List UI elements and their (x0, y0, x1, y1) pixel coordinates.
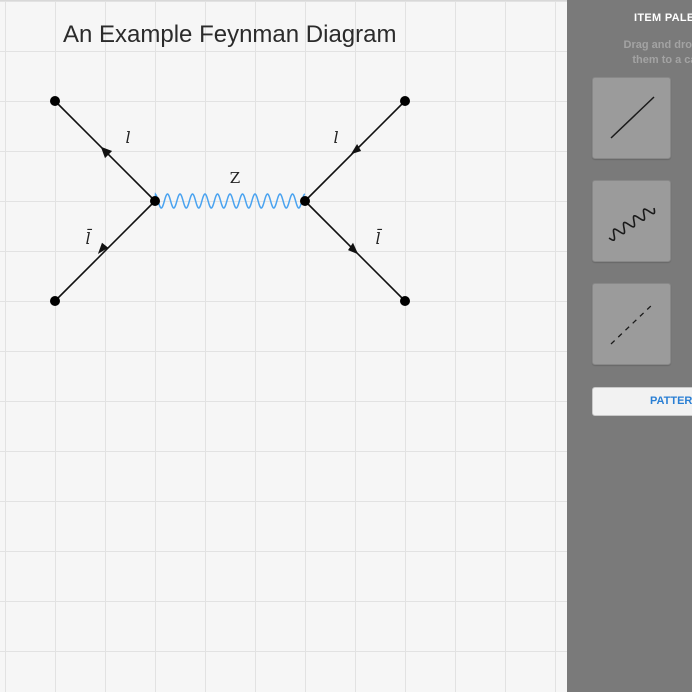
endpoint-top-left[interactable] (50, 96, 60, 106)
gauge-boson-line[interactable] (154, 192, 306, 209)
label-top-left[interactable]: l (125, 128, 130, 147)
label-bottom-left[interactable]: l̄ (85, 227, 92, 248)
label-top-right[interactable]: l (333, 128, 338, 147)
palette-title: ITEM PALETTE (634, 12, 692, 24)
wavy-line-icon (608, 207, 656, 242)
diagram-canvas[interactable]: An Example Feynman Diagram l l l̄ l̄ Z (0, 0, 567, 692)
fermion-line-item[interactable] (592, 77, 671, 159)
dashed-line-icon (610, 302, 655, 345)
feynman-editor: An Example Feynman Diagram l l l̄ l̄ Z I… (0, 0, 692, 692)
patterns-button[interactable]: PATTERNS (592, 387, 692, 416)
palette-instructions: Drag and drop items them to a canvas (577, 38, 692, 68)
endpoint-bottom-left[interactable] (50, 296, 60, 306)
feynman-diagram: l l l̄ l̄ Z (50, 96, 410, 306)
endpoint-top-right[interactable] (400, 96, 410, 106)
palette-instructions-line1: Drag and drop items (623, 39, 692, 51)
vertex-left[interactable] (150, 196, 160, 206)
endpoint-bottom-right[interactable] (400, 296, 410, 306)
gauge-boson-item[interactable] (592, 180, 671, 262)
label-bottom-right[interactable]: l̄ (375, 227, 382, 248)
fermion-line-bottom-left[interactable] (54, 200, 156, 302)
palette-instructions-line2: them to a canvas (632, 54, 692, 66)
vertex-right[interactable] (300, 196, 310, 206)
scalar-line-item[interactable] (592, 283, 671, 365)
item-palette: ITEM PALETTE Drag and drop items them to… (567, 0, 692, 692)
solid-line-icon (610, 96, 655, 139)
label-propagator[interactable]: Z (230, 169, 240, 187)
